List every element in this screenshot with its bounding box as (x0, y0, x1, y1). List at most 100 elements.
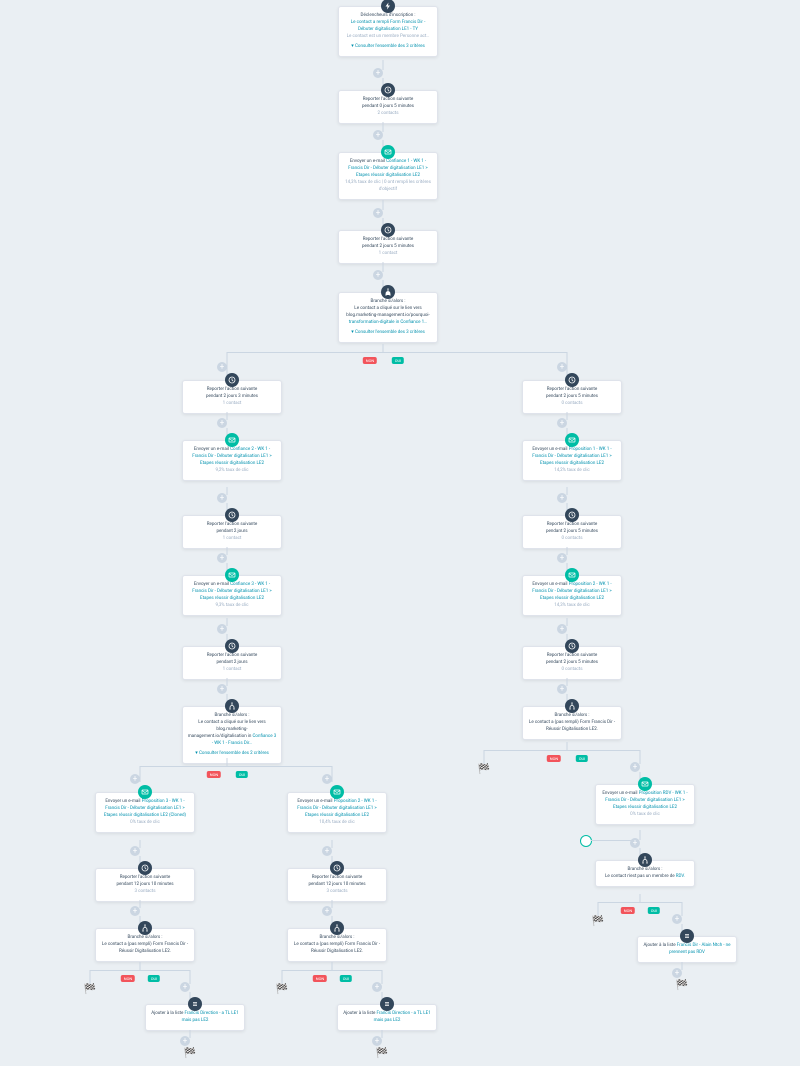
add-step[interactable]: + (557, 684, 567, 694)
email-node[interactable]: Envoyer un e-mail Proposition RDV - WK 1… (595, 784, 695, 825)
trigger-cond: Le contact a rempli Form Francis Dir - D… (343, 20, 433, 34)
add-step[interactable]: + (322, 846, 332, 856)
branch-node[interactable]: Branche si/alors : Le contact a cliqué s… (182, 706, 282, 764)
delay-node[interactable]: Reporter l'action suivante pendant 2 jou… (182, 380, 282, 414)
workflow-canvas[interactable]: Déclencheurs d'inscription : Le contact … (0, 0, 800, 1066)
email-node[interactable]: Envoyer un e-mail Proposition 2 - WK 1 -… (522, 575, 622, 616)
add-step[interactable]: + (373, 208, 383, 218)
add-step[interactable]: + (373, 130, 383, 140)
email-icon (565, 568, 579, 582)
end-icon: 🏁 (592, 916, 604, 927)
list-node[interactable]: Ajouter à la liste Francis Dir - Alain N… (637, 936, 737, 963)
email-node[interactable]: Envoyer un e-mail Proposition 1 - WK 1 -… (522, 440, 622, 481)
add-step[interactable]: + (373, 270, 383, 280)
delay-icon (565, 373, 579, 387)
delay-icon (225, 508, 239, 522)
trigger-view-criteria[interactable]: Consulter l'ensemble des 3 critères (343, 43, 433, 51)
trigger-title: Déclencheurs d'inscription : (343, 13, 433, 20)
email-icon (138, 785, 152, 799)
add-step[interactable]: + (130, 846, 140, 856)
list-icon (188, 997, 202, 1011)
add-step[interactable]: + (372, 1036, 382, 1046)
branch-icon (225, 699, 239, 713)
add-step[interactable]: + (557, 418, 567, 428)
list-node[interactable]: Ajouter à la liste Francis Direction - a… (145, 1004, 245, 1031)
delay-icon (225, 373, 239, 387)
email-icon (638, 777, 652, 791)
add-step[interactable]: + (180, 1036, 190, 1046)
email-node[interactable]: Envoyer un e-mail Confiance 2 - WK 1 - F… (182, 440, 282, 481)
email-node[interactable]: Envoyer un e-mail Proposition 3 - WK 1 -… (95, 792, 195, 833)
add-step[interactable]: + (630, 762, 640, 772)
goal-icon (580, 835, 592, 847)
add-step[interactable]: + (373, 68, 383, 78)
email-icon (330, 785, 344, 799)
end-icon: 🏁 (676, 980, 688, 991)
delay-icon (381, 223, 395, 237)
branch-icon (138, 921, 152, 935)
branch-icon (565, 699, 579, 713)
delay-icon (225, 639, 239, 653)
add-step[interactable]: + (180, 982, 190, 992)
email-node[interactable]: Envoyer un e-mail Proposition 2 - WK 1 -… (287, 792, 387, 833)
delay-node[interactable]: Reporter l'action suivante pendant 2 jou… (182, 515, 282, 549)
delay-node[interactable]: Reporter l'action suivante pendant 12 jo… (95, 868, 195, 902)
add-step[interactable]: + (557, 624, 567, 634)
branch-node[interactable]: Branche si/alors : Le contact a (pas rem… (287, 928, 387, 962)
add-step[interactable]: + (130, 906, 140, 916)
add-step[interactable]: + (557, 362, 567, 372)
delay-node[interactable]: Reporter l'action suivante pendant 0 jou… (338, 90, 438, 124)
end-icon: 🏁 (478, 764, 490, 775)
delay-node[interactable]: Reporter l'action suivante pendant 2 jou… (182, 646, 282, 680)
list-node[interactable]: Ajouter à la liste Francis Direction - a… (337, 1004, 437, 1031)
delay-icon (330, 861, 344, 875)
add-step[interactable]: + (557, 493, 567, 503)
add-step[interactable]: + (217, 493, 227, 503)
email-icon (381, 145, 395, 159)
delay-node[interactable]: Reporter l'action suivante pendant 2 jou… (522, 380, 622, 414)
branch-node[interactable]: Branche si/alors : Le contact a (pas rem… (522, 706, 622, 740)
email-icon (225, 433, 239, 447)
delay-icon (565, 508, 579, 522)
branch-node[interactable]: Branche si/alors : Le contact a cliqué s… (338, 292, 438, 343)
branch-icon (381, 285, 395, 299)
delay-icon (381, 83, 395, 97)
email-icon (565, 433, 579, 447)
delay-node[interactable]: Reporter l'action suivante pendant 2 jou… (522, 646, 622, 680)
add-step[interactable]: + (372, 982, 382, 992)
end-icon: 🏁 (276, 984, 288, 995)
add-step[interactable]: + (630, 838, 640, 848)
delay-node[interactable]: Reporter l'action suivante pendant 2 jou… (338, 230, 438, 264)
email-node[interactable]: Envoyer un e-mail Confiance 1 - WK 1 - F… (338, 152, 438, 200)
add-step[interactable]: + (322, 774, 332, 784)
add-step[interactable]: + (322, 906, 332, 916)
delay-icon (138, 861, 152, 875)
list-icon (380, 997, 394, 1011)
branch-icon (330, 921, 344, 935)
tag-no: NON (363, 357, 377, 364)
add-step[interactable]: + (557, 553, 567, 563)
delay-node[interactable]: Reporter l'action suivante pendant 2 jou… (522, 515, 622, 549)
add-step[interactable]: + (217, 684, 227, 694)
branch-icon (638, 853, 652, 867)
add-step[interactable]: + (217, 624, 227, 634)
add-step[interactable]: + (217, 553, 227, 563)
add-step[interactable]: + (672, 914, 682, 924)
end-icon: 🏁 (376, 1048, 388, 1059)
trigger-note: Le contact est un membre Personne act… (343, 34, 433, 41)
email-icon (225, 568, 239, 582)
email-node[interactable]: Envoyer un e-mail Confiance 3 - WK 1 - F… (182, 575, 282, 616)
add-step[interactable]: + (217, 418, 227, 428)
trigger-node[interactable]: Déclencheurs d'inscription : Le contact … (338, 6, 438, 57)
add-step[interactable]: + (130, 774, 140, 784)
end-icon: 🏁 (184, 1048, 196, 1059)
branch-node[interactable]: Branche si/alors : Le contact n'est pas … (595, 860, 695, 887)
delay-node[interactable]: Reporter l'action suivante pendant 12 jo… (287, 868, 387, 902)
branch-node[interactable]: Branche si/alors : Le contact a (pas rem… (95, 928, 195, 962)
end-icon: 🏁 (84, 984, 96, 995)
delay-icon (565, 639, 579, 653)
add-step[interactable]: + (672, 968, 682, 978)
tag-yes: OUI (392, 357, 404, 364)
list-icon (680, 929, 694, 943)
add-step[interactable]: + (217, 362, 227, 372)
